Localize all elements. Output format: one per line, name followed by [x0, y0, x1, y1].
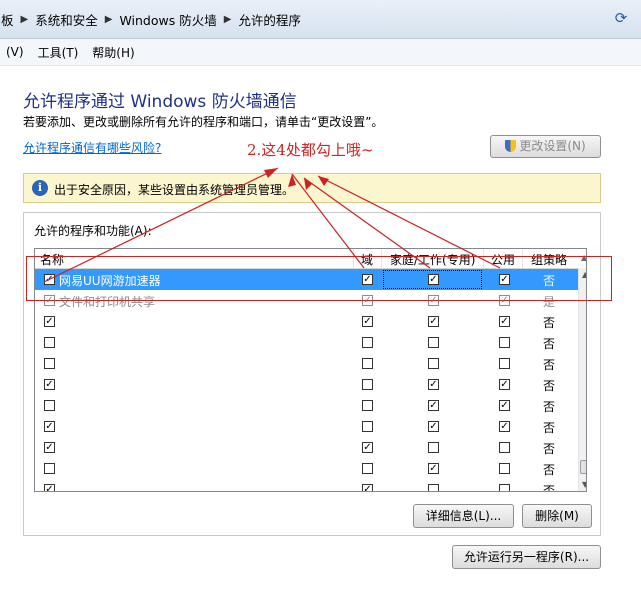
annotation-arrow: [317, 175, 501, 269]
arrowhead-icon: [264, 168, 278, 178]
annotation-arrow: [43, 167, 279, 283]
arrowhead-icon: [288, 174, 296, 187]
annotation-arrows: [43, 167, 501, 283]
annotation-note: 2.这4处都勾上哦~: [247, 141, 374, 159]
arrowhead-icon: [318, 176, 329, 186]
arrowhead-icon: [304, 178, 312, 190]
annotation-arrow: [291, 173, 365, 269]
